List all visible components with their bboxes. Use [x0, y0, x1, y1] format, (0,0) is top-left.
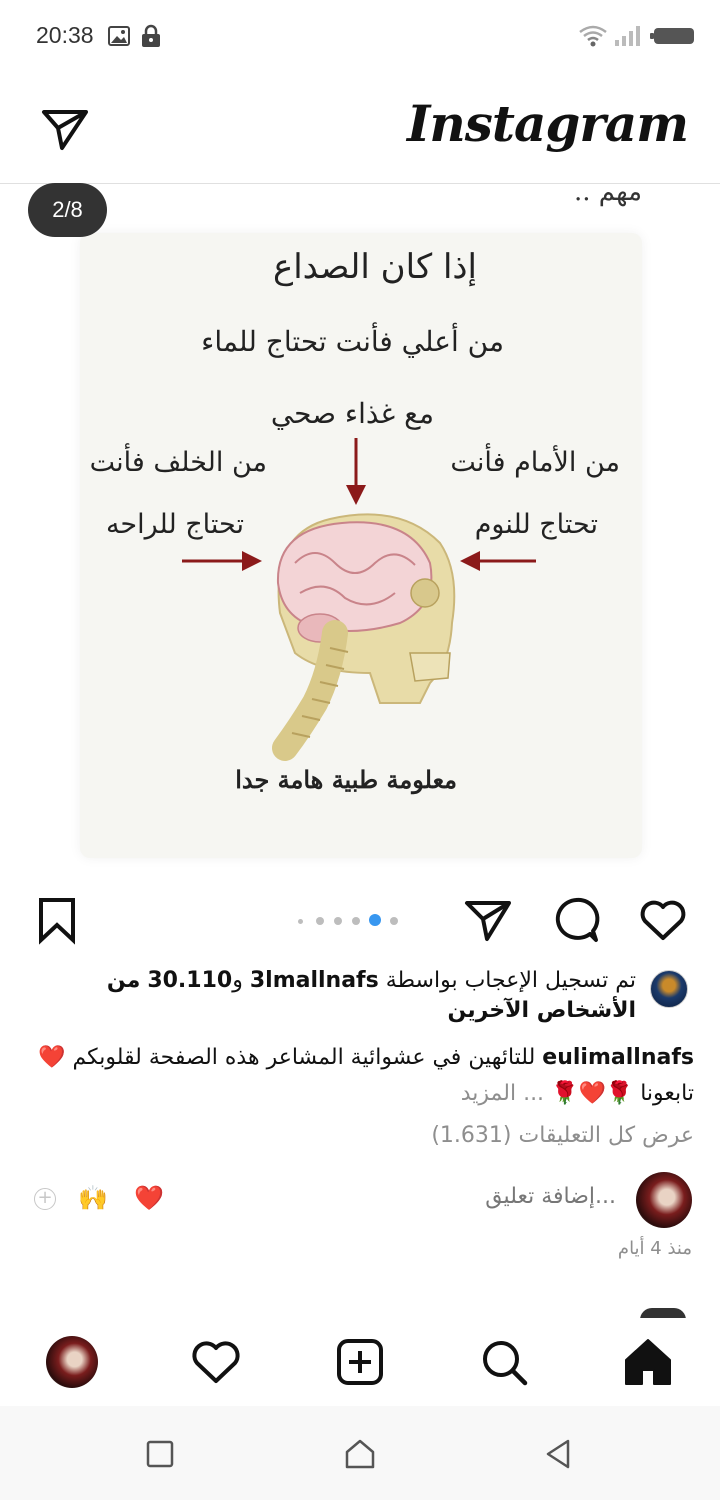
house-outline-icon — [345, 1439, 375, 1469]
my-avatar — [636, 1172, 692, 1228]
add-post-icon — [337, 1339, 383, 1385]
carousel-dot — [390, 917, 398, 925]
likes-prefix: تم تسجيل الإعجاب بواسطة — [385, 968, 636, 993]
back-triangle-icon — [546, 1439, 570, 1469]
carousel-dot — [316, 917, 324, 925]
search-icon — [483, 1341, 528, 1386]
tab-activity[interactable] — [188, 1334, 244, 1390]
status-bar: 20:38 — [0, 0, 720, 72]
square-icon — [146, 1440, 174, 1468]
likes-count: 30.110 — [147, 968, 233, 993]
bookmark-icon — [39, 898, 75, 945]
paper-plane-icon — [42, 110, 88, 150]
carousel-dot — [352, 917, 360, 925]
add-comment-row: إضافة تعليق... ❤️ 🙌 + — [0, 1168, 720, 1232]
profile-avatar-icon — [46, 1336, 98, 1388]
quick-emoji-heart[interactable]: ❤️ — [134, 1184, 164, 1212]
tab-home[interactable] — [620, 1334, 676, 1390]
comment-icon — [555, 897, 600, 942]
post-time-ago: منذ 4 أيام — [617, 1238, 692, 1259]
likes-summary[interactable]: تم تسجيل الإعجاب بواسطة 3lmallnafs و30.1… — [70, 966, 636, 1026]
image-card: إذا كان الصداع من أعلي فأنت تحتاج للماء … — [80, 233, 642, 858]
add-comment-input[interactable]: إضافة تعليق... — [485, 1184, 616, 1209]
signal-icon — [614, 24, 642, 52]
home-icon — [625, 1339, 671, 1385]
carousel-dot-active — [369, 914, 381, 926]
battery-icon — [650, 24, 696, 52]
paper-plane-icon — [465, 901, 511, 941]
post-image[interactable]: مهم .. إذا كان الصداع من أعلي فأنت تحتاج… — [0, 185, 720, 875]
recent-apps-button[interactable] — [142, 1436, 178, 1472]
status-time: 20:38 — [36, 22, 94, 48]
post-actions — [0, 885, 720, 955]
image-cutoff-text: مهم .. — [573, 185, 642, 207]
brain-illustration — [182, 438, 536, 761]
heart-icon — [192, 1341, 240, 1383]
wifi-icon — [578, 24, 608, 52]
liker-avatar[interactable] — [650, 970, 688, 1008]
liker-username[interactable]: 3lmallnafs — [250, 968, 379, 993]
instagram-logo: Instagram — [407, 94, 689, 153]
app-header: Instagram — [0, 72, 720, 184]
carousel-dot — [334, 917, 342, 925]
tab-search[interactable] — [476, 1334, 532, 1390]
share-button[interactable] — [463, 895, 513, 945]
caption-username[interactable]: eulimallnafs — [542, 1045, 694, 1070]
post-caption: eulimallnafs للتائهين في عشوائية المشاعر… — [30, 1040, 694, 1112]
caption-more-link[interactable]: ... المزيد — [461, 1081, 544, 1106]
comment-button[interactable] — [551, 895, 601, 945]
bottom-tab-bar — [0, 1318, 720, 1406]
back-button[interactable] — [540, 1436, 576, 1472]
likes-conj: و — [232, 968, 243, 993]
home-nav-button[interactable] — [342, 1436, 378, 1472]
save-button[interactable] — [32, 895, 82, 945]
add-emoji-icon[interactable]: + — [34, 1188, 56, 1210]
like-button[interactable] — [638, 895, 688, 945]
carousel-dot — [298, 919, 303, 924]
carousel-counter: 2/8 — [28, 183, 107, 237]
tab-profile[interactable] — [44, 1334, 100, 1390]
view-all-comments-link[interactable]: عرض كل التعليقات (1.631) — [300, 1123, 694, 1148]
heart-icon — [640, 900, 686, 940]
quick-emoji-raised-hands[interactable]: 🙌 — [78, 1184, 108, 1212]
system-nav-bar — [0, 1406, 720, 1500]
carousel-dots — [298, 914, 408, 926]
image-icon — [107, 24, 131, 52]
direct-message-button[interactable] — [40, 106, 90, 154]
lock-icon — [140, 24, 162, 52]
tab-new-post[interactable] — [332, 1334, 388, 1390]
